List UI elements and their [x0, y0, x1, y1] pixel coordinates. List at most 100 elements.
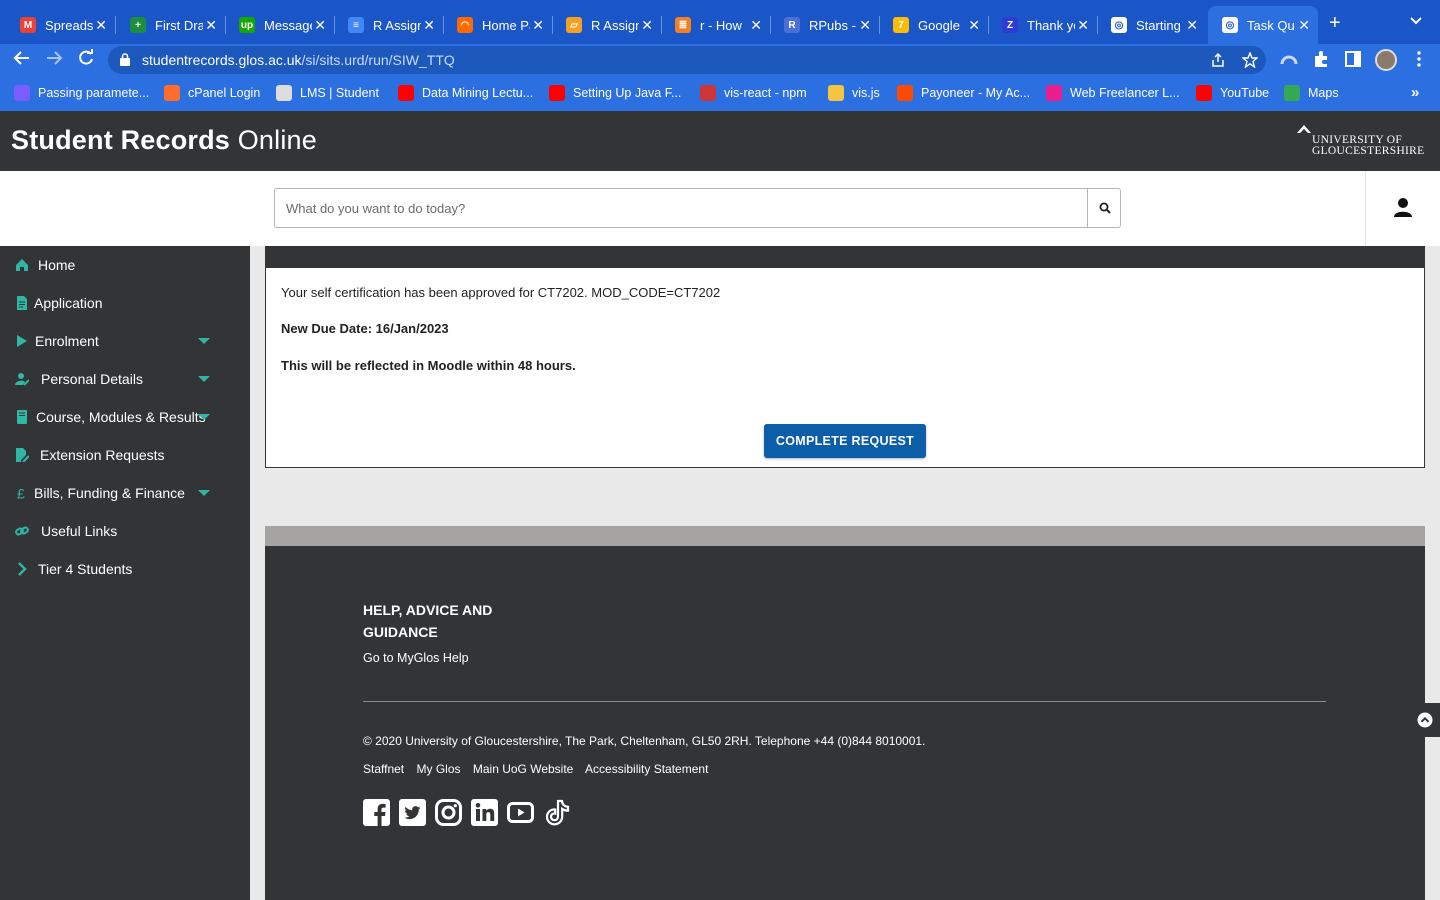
site-title[interactable]: Student Records Online	[11, 125, 317, 156]
user-menu[interactable]	[1365, 171, 1440, 246]
caret-down-icon[interactable]	[198, 376, 210, 382]
bookmark-label: LMS | Student	[300, 86, 379, 100]
browser-tab[interactable]: up Messages✕	[225, 6, 335, 44]
footer-link-staffnet[interactable]: Staffnet	[363, 762, 404, 776]
puzzle-icon[interactable]	[1312, 50, 1330, 68]
bookmark-favicon-icon	[276, 85, 292, 101]
bookmark-item[interactable]: Data Mining Lectu...	[398, 85, 533, 101]
bookmark-item[interactable]: vis-react - npm	[700, 85, 807, 101]
tab-favicon-icon: Z	[1002, 17, 1018, 33]
bookmark-item[interactable]: Maps	[1284, 85, 1339, 101]
caret-down-icon[interactable]	[198, 414, 210, 420]
sidebar-item-application[interactable]: Application	[0, 284, 250, 322]
bookmark-label: Setting Up Java F...	[573, 86, 682, 100]
sidebar-item-extension-requests[interactable]: Extension Requests	[0, 436, 250, 474]
browser-tab[interactable]: ≣ r - How ✕	[661, 6, 771, 44]
bookmark-label: Web Freelancer L...	[1070, 86, 1180, 100]
footer-link-accessibility[interactable]: Accessibility Statement	[585, 762, 708, 776]
university-logo[interactable]: UNIVERSITY OF GLOUCESTERSHIRE	[1296, 123, 1426, 159]
bookmark-item[interactable]: Passing paramete...	[14, 85, 149, 101]
tab-close-icon[interactable]: ✕	[1186, 17, 1198, 34]
sidebar-item-label: Useful Links	[41, 523, 118, 539]
tab-close-icon[interactable]: ✕	[750, 17, 762, 34]
linkedin-icon[interactable]	[471, 799, 498, 826]
bookmark-item[interactable]: Setting Up Java F...	[549, 85, 681, 101]
chevron-right-icon	[18, 562, 27, 576]
youtube-icon[interactable]	[507, 799, 534, 826]
new-tab-button[interactable]: +	[1329, 12, 1341, 35]
star-icon[interactable]	[1242, 52, 1258, 68]
tab-search-icon[interactable]	[1409, 14, 1423, 28]
tab-close-icon[interactable]: ✕	[423, 17, 435, 34]
back-button[interactable]	[11, 49, 33, 71]
sidebar-item-enrolment[interactable]: Enrolment	[0, 322, 250, 360]
tab-title: Thank you	[1027, 17, 1075, 33]
tab-close-icon[interactable]: ✕	[1077, 17, 1089, 34]
tab-title: Messages	[264, 17, 312, 33]
play-icon	[17, 335, 27, 347]
reload-button[interactable]	[75, 49, 97, 71]
due-date-message: New Due Date: 16/Jan/2023	[281, 321, 449, 336]
browser-tab[interactable]: ◠ Home Page✕	[443, 6, 553, 44]
sidebar-item-useful-links[interactable]: Useful Links	[0, 512, 250, 550]
twitter-icon[interactable]	[399, 799, 426, 826]
bookmark-item[interactable]: YouTube	[1196, 85, 1269, 101]
sidebar-item-home[interactable]: Home	[0, 246, 250, 284]
extension-arc-icon[interactable]	[1280, 50, 1298, 68]
complete-request-button[interactable]: COMPLETE REQUEST	[764, 424, 926, 458]
browser-tab[interactable]: ◎ Task Queue✕	[1208, 6, 1318, 44]
bookmark-label: Payoneer - My Ac...	[921, 86, 1031, 100]
footer-heading: HELP, ADVICE AND GUIDANCE	[363, 602, 493, 640]
tab-close-icon[interactable]: ✕	[314, 17, 326, 34]
bookmark-label: vis-react - npm	[724, 86, 807, 100]
browser-tab[interactable]: ▱ R Assignment✕	[552, 6, 662, 44]
omnibox[interactable]: studentrecords.glos.ac.uk/si/sits.urd/ru…	[108, 46, 1266, 74]
tab-close-icon[interactable]: ✕	[859, 17, 871, 34]
browser-tab[interactable]: ≡ R Assignment✕	[334, 6, 444, 44]
bookmark-item[interactable]: LMS | Student	[276, 85, 379, 101]
scroll-to-top-button[interactable]	[1410, 703, 1440, 737]
browser-tab[interactable]: ◎ Starting ✕	[1097, 6, 1206, 44]
sidebar-item-personal-details[interactable]: Personal Details	[0, 360, 250, 398]
browser-tab[interactable]: M Spreadsheet✕	[6, 6, 116, 44]
tiktok-icon[interactable]	[544, 799, 571, 826]
bookmark-favicon-icon	[1284, 85, 1300, 101]
sidebar-item-bills-funding-finance[interactable]: £ Bills, Funding & Finance	[0, 474, 250, 512]
bookmark-favicon-icon	[828, 85, 844, 101]
browser-tab[interactable]: R RPubs - ✕	[770, 6, 880, 44]
search-button[interactable]	[1087, 188, 1121, 228]
tab-close-icon[interactable]: ✕	[968, 17, 980, 34]
sidebar-item-course-modules-results[interactable]: Course, Modules & Results	[0, 398, 250, 436]
tab-close-icon[interactable]: ✕	[205, 17, 217, 34]
bookmark-item[interactable]: cPanel Login	[164, 85, 260, 101]
myglos-help-link[interactable]: Go to MyGlos Help	[363, 651, 469, 665]
caret-down-icon[interactable]	[198, 338, 210, 344]
instagram-icon[interactable]	[435, 799, 462, 826]
side-panel-icon[interactable]	[1344, 50, 1362, 68]
tab-close-icon[interactable]: ✕	[532, 17, 544, 34]
kebab-menu-icon[interactable]	[1410, 50, 1428, 68]
bookmark-item[interactable]: Web Freelancer L...	[1046, 85, 1180, 101]
sidebar-item-label: Tier 4 Students	[38, 561, 133, 577]
footer-link-myglos[interactable]: My Glos	[417, 762, 461, 776]
tab-title: Google	[918, 17, 960, 33]
footer-link-main-website[interactable]: Main UoG Website	[473, 762, 573, 776]
sidebar-item-tier-4-students[interactable]: Tier 4 Students	[0, 550, 250, 588]
tab-close-icon[interactable]: ✕	[95, 17, 107, 34]
browser-tab[interactable]: Z Thank you✕	[988, 6, 1098, 44]
share-icon[interactable]	[1210, 52, 1226, 68]
bookmark-item[interactable]: Payoneer - My Ac...	[897, 85, 1030, 101]
profile-avatar[interactable]	[1375, 49, 1397, 71]
bookmark-item[interactable]: vis.js	[828, 85, 880, 101]
facebook-icon[interactable]	[363, 799, 390, 826]
tab-close-icon[interactable]: ✕	[641, 17, 653, 34]
bookmarks-overflow-icon[interactable]: »	[1411, 84, 1419, 101]
browser-tab[interactable]: + First Draft✕	[116, 6, 226, 44]
search-input[interactable]	[274, 188, 1088, 228]
browser-tab[interactable]: 7 Google ✕	[879, 6, 989, 44]
forward-button[interactable]	[43, 49, 65, 71]
sidebar-item-label: Application	[34, 295, 103, 311]
tab-favicon-icon: R	[784, 17, 800, 33]
tab-close-icon[interactable]: ✕	[1298, 17, 1310, 34]
caret-down-icon[interactable]	[198, 490, 210, 496]
